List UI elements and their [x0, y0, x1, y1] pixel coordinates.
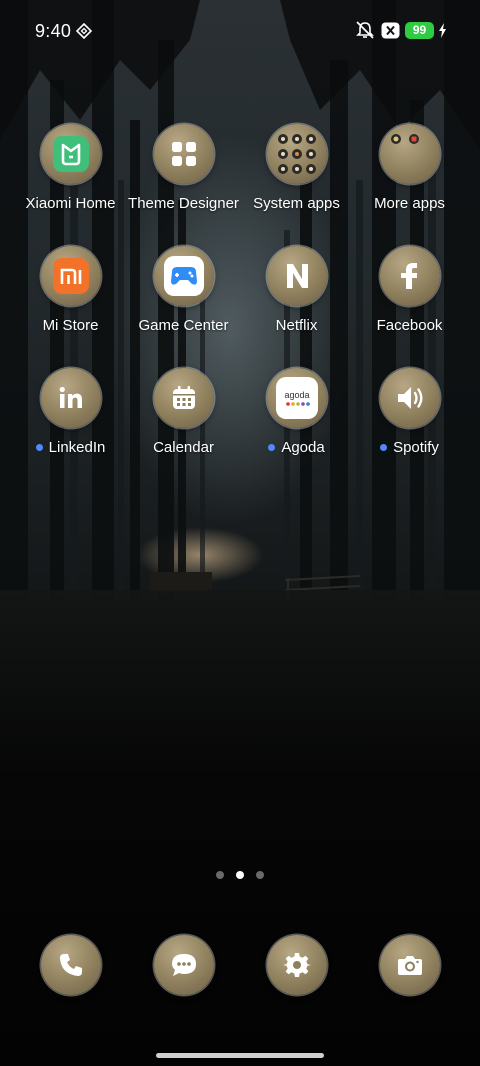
page-dot-3[interactable]: [256, 871, 264, 879]
app-label: More apps: [374, 195, 445, 212]
page-indicator[interactable]: [0, 866, 480, 884]
mi-logo-icon: [40, 246, 101, 306]
close-box-icon: [381, 22, 400, 39]
app-calendar[interactable]: Calendar: [127, 368, 240, 456]
app-xiaomi-home[interactable]: Xiaomi Home: [14, 124, 127, 212]
gamepad-icon: [153, 246, 214, 306]
charging-bolt-icon: [439, 23, 446, 38]
folder-icon: [266, 124, 327, 184]
dock-settings[interactable]: [240, 935, 353, 995]
app-spotify[interactable]: Spotify: [353, 368, 466, 456]
new-install-dot: [380, 443, 388, 451]
app-netflix[interactable]: Netflix: [240, 246, 353, 334]
app-label: Game Center: [138, 317, 229, 334]
dock-camera[interactable]: [353, 935, 466, 995]
app-linkedin[interactable]: LinkedIn: [14, 368, 127, 456]
gear-icon: [266, 935, 327, 995]
app-label: Theme Designer: [128, 195, 239, 212]
app-facebook[interactable]: Facebook: [353, 246, 466, 334]
grid-icon: [153, 124, 214, 184]
app-theme-designer[interactable]: Theme Designer: [127, 124, 240, 212]
message-bubble-icon: [153, 935, 214, 995]
app-label: Xiaomi Home: [25, 195, 116, 212]
vpn-diamond-icon: [76, 23, 92, 39]
app-label: System apps: [253, 195, 340, 212]
clock: 9:40: [35, 21, 72, 41]
app-label: Mi Store: [42, 317, 99, 334]
app-label: Netflix: [275, 317, 318, 334]
folder-icon: [379, 124, 440, 184]
calendar-icon: [153, 368, 214, 428]
page-dot-2-current[interactable]: [236, 871, 244, 879]
folder-system-apps[interactable]: System apps: [240, 124, 353, 212]
app-label: LinkedIn: [48, 439, 106, 456]
agoda-logo-text: agoda: [284, 390, 309, 400]
app-label: Facebook: [376, 317, 443, 334]
linkedin-icon: [40, 368, 101, 428]
status-bar: 9:40 99: [0, 0, 480, 62]
app-game-center[interactable]: Game Center: [127, 246, 240, 334]
agoda-icon: agoda: [266, 368, 327, 428]
phone-icon: [40, 935, 101, 995]
dock-messages[interactable]: [127, 935, 240, 995]
new-install-dot: [268, 443, 276, 451]
battery-indicator: 99: [405, 22, 434, 39]
facebook-f-icon: [379, 246, 440, 306]
new-install-dot: [35, 443, 43, 451]
app-mi-store[interactable]: Mi Store: [14, 246, 127, 334]
app-agoda[interactable]: agoda Agoda: [240, 368, 353, 456]
app-label: Agoda: [281, 439, 325, 456]
netflix-n-icon: [266, 246, 327, 306]
page-dot-1[interactable]: [216, 871, 224, 879]
speaker-icon: [379, 368, 440, 428]
camera-icon: [379, 935, 440, 995]
app-label: Spotify: [393, 439, 439, 456]
app-label: Calendar: [153, 439, 214, 456]
gesture-home-bar[interactable]: [156, 1053, 324, 1058]
mute-bell-icon: [356, 21, 374, 39]
folder-more-apps[interactable]: More apps: [353, 124, 466, 212]
dock-phone[interactable]: [14, 935, 127, 995]
mi-home-icon: [40, 124, 101, 184]
